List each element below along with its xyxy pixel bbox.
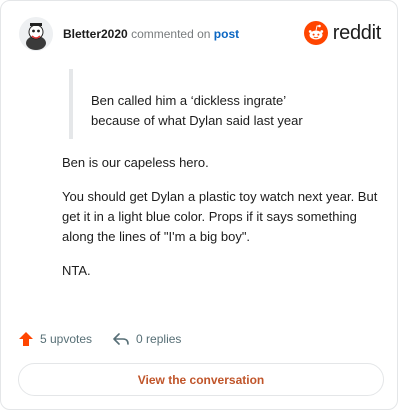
upvote-arrow-icon [19, 332, 33, 346]
comment-header: Bletter2020 commented on post reddit [19, 17, 381, 53]
quote-line: because of what Dylan said last year [91, 113, 303, 128]
upvotes-count[interactable]: 5 upvotes [18, 331, 92, 347]
username[interactable]: Bletter2020 [63, 27, 128, 41]
replies-label: 0 replies [136, 332, 182, 346]
replies-count[interactable]: 0 replies [112, 331, 181, 347]
reddit-logo[interactable]: reddit [303, 18, 382, 48]
post-link[interactable]: post [214, 27, 239, 41]
view-conversation-button[interactable]: View the conversation [18, 363, 384, 396]
comment-meta: Bletter2020 commented on post [63, 27, 239, 41]
quoted-text: Ben called him a ‘dickless ingrate’ beca… [69, 69, 369, 139]
avatar-icon [19, 17, 53, 51]
comment-paragraph: NTA. [62, 263, 91, 278]
reddit-comment-card: Bletter2020 commented on post reddit Ben… [0, 0, 398, 410]
reddit-snoo-icon [303, 21, 328, 45]
quote-line: Ben called him a ‘dickless ingrate’ [91, 93, 287, 108]
comment-paragraph: You should get Dylan a plastic toy watch… [62, 189, 378, 244]
upvotes-label: 5 upvotes [40, 332, 93, 346]
reply-arrow-icon [113, 333, 129, 345]
comment-footer: 5 upvotes 0 replies [18, 331, 201, 347]
user-avatar[interactable] [19, 17, 53, 51]
comment-body: Ben is our capeless hero. You should get… [62, 153, 382, 295]
reddit-wordmark: reddit [332, 21, 382, 44]
comment-paragraph: Ben is our capeless hero. [62, 155, 209, 170]
commented-on-label: commented on [131, 27, 211, 41]
